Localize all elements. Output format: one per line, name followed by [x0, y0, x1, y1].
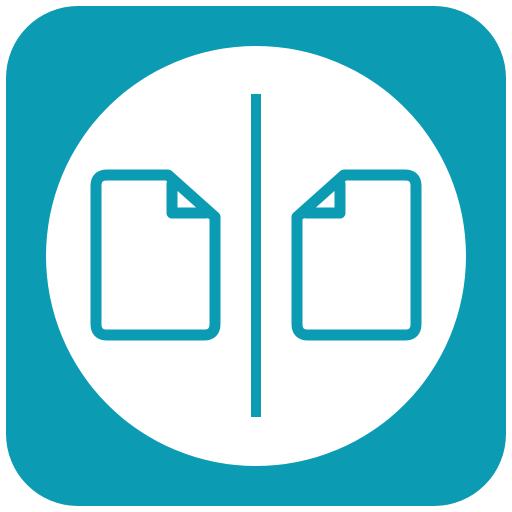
vertical-divider-line	[251, 94, 261, 417]
app-icon	[6, 6, 506, 506]
